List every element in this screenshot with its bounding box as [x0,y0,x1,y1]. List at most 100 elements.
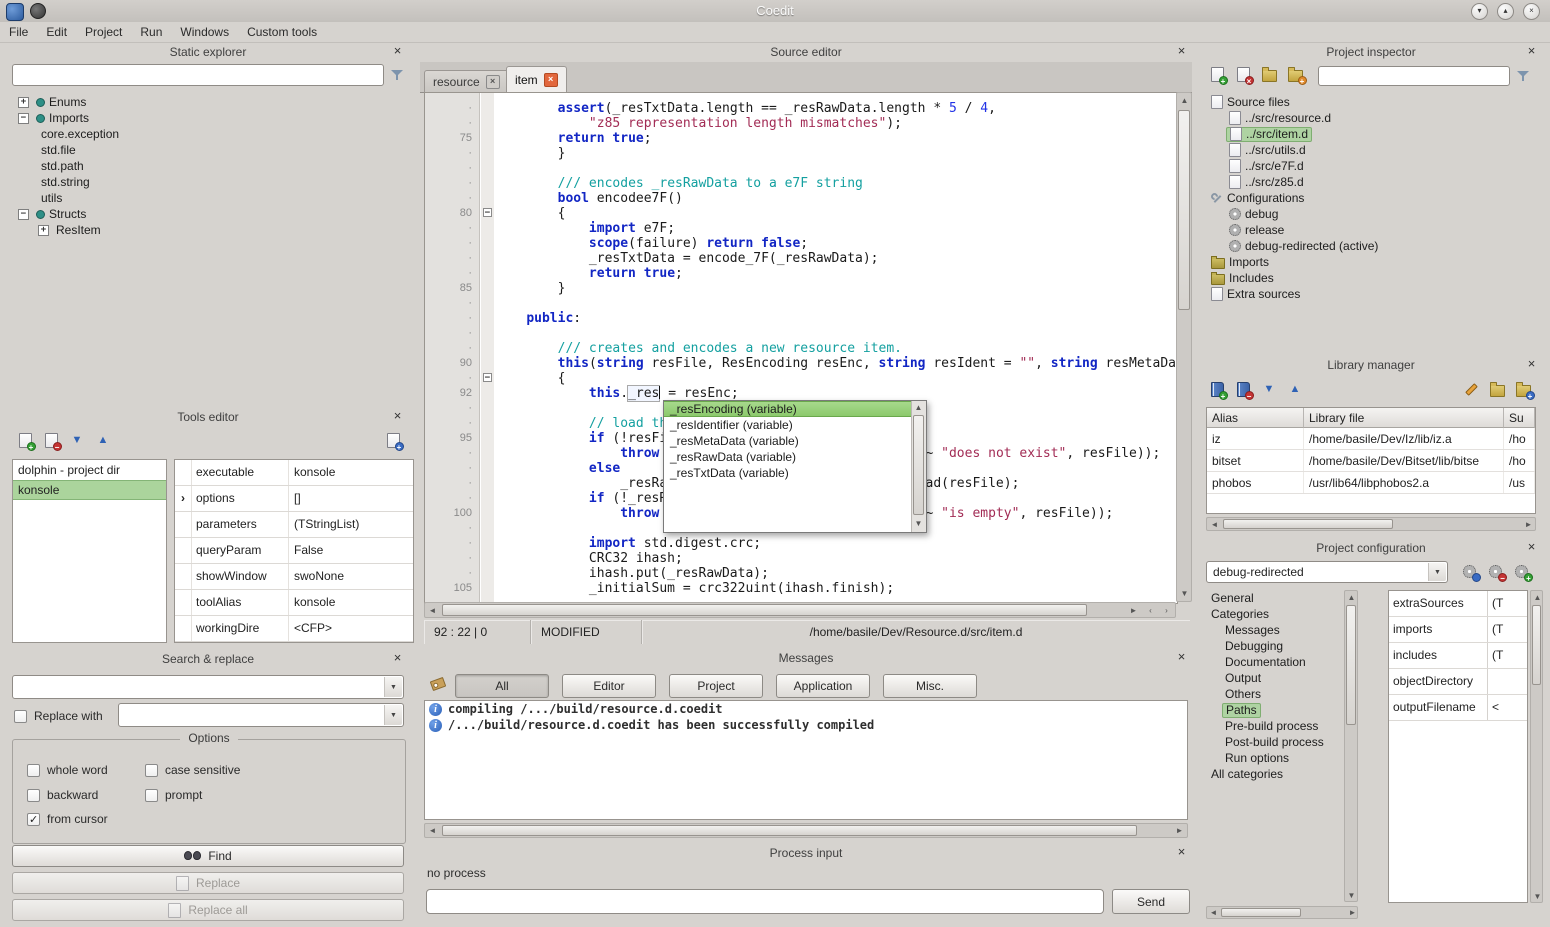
scrollbar-thumb[interactable] [1346,605,1356,725]
checkbox-box[interactable] [145,764,158,777]
tree-item[interactable]: utils [8,190,408,206]
tree-item[interactable]: ../src/e7F.d [1200,158,1542,174]
menu-item-run[interactable]: Run [131,23,171,41]
config-prop-row[interactable]: objectDirectory [1389,669,1527,695]
remove-source-button[interactable]: × [1230,62,1256,86]
collapse-icon[interactable]: − [18,113,29,124]
tree-item[interactable]: std.path [8,158,408,174]
scrollbar-thumb[interactable] [1221,908,1301,917]
checkbox-box[interactable] [27,789,40,802]
fold-icon[interactable]: − [483,373,492,382]
tab-item[interactable]: item × [506,66,567,92]
table-row[interactable]: bitset/home/basile/Dev/Bitset/lib/bitse/… [1207,450,1535,472]
prop-row[interactable]: parameters(TStringList) [175,512,413,538]
prop-value[interactable]: < [1488,695,1527,720]
menu-item-project[interactable]: Project [76,23,131,41]
close-icon[interactable]: × [1174,845,1189,860]
close-icon[interactable]: × [1524,44,1539,59]
open-library-button[interactable] [1484,377,1510,401]
tree-item[interactable]: release [1200,222,1542,238]
tree-item[interactable]: General [1200,590,1344,606]
config-grid-vscrollbar[interactable]: ▲ ▼ [1530,590,1543,903]
tree-item[interactable]: Configurations [1200,190,1542,206]
add-tool-button[interactable]: + [12,428,38,452]
tree-item[interactable]: Extra sources [1200,286,1542,302]
table-header-cell[interactable]: Alias [1207,408,1304,428]
scroll-left-icon[interactable]: ◄ [426,605,439,617]
checkbox-box[interactable] [14,710,27,723]
config-prop-row[interactable]: extraSources(T [1389,591,1527,617]
scroll-left-icon[interactable]: ◄ [1207,907,1220,919]
tree-item[interactable]: ../src/item.d [1200,126,1542,142]
completion-item[interactable]: _resTxtData (variable) [664,465,912,481]
add-config-button[interactable]: + [1508,559,1534,583]
completion-item[interactable]: _resMetaData (variable) [664,433,912,449]
tree-item[interactable]: −Imports [8,110,408,126]
table-row[interactable]: iz/home/basile/Dev/Iz/lib/iz.a/ho [1207,428,1535,450]
tree-item[interactable]: −Structs [8,206,408,222]
chevron-down-icon[interactable]: ▼ [384,705,402,725]
move-tool-down-button[interactable]: ▼ [64,428,90,452]
tree-item[interactable]: debug [1200,206,1542,222]
scroll-down-icon[interactable]: ▼ [1531,891,1544,903]
messages-options-button[interactable] [425,672,451,696]
tree-item[interactable]: Includes [1200,270,1542,286]
scroll-up-icon[interactable]: ▲ [1531,592,1544,604]
prop-row[interactable]: executablekonsole [175,460,413,486]
close-icon[interactable]: × [1174,650,1189,665]
config-prop-row[interactable]: includes(T [1389,643,1527,669]
menu-item-custom-tools[interactable]: Custom tools [238,23,326,41]
replace-button[interactable]: Replace [12,872,404,894]
messages-hscrollbar[interactable]: ◄ ► [424,823,1188,838]
inspector-filter-button[interactable] [1510,64,1536,88]
find-button[interactable]: Find [12,845,404,867]
prop-row[interactable]: ›options[] [175,486,413,512]
tree-item[interactable]: Messages [1200,622,1344,638]
prop-value[interactable]: (T [1488,591,1527,616]
filter-button-misc[interactable]: Misc. [883,674,977,698]
tree-item[interactable]: debug-redirected (active) [1200,238,1542,254]
move-library-down-button[interactable]: ▼ [1256,377,1282,401]
config-prop-row[interactable]: outputFilename< [1389,695,1527,721]
inspector-filter-input[interactable] [1318,66,1510,86]
close-icon[interactable]: × [390,44,405,59]
close-icon[interactable]: × [1524,357,1539,372]
tree-item[interactable]: Documentation [1200,654,1344,670]
shade-button[interactable]: ▾ [1471,3,1488,20]
tree-item[interactable]: std.string [8,174,408,190]
editor-hscrollbar[interactable]: ◄ ► ‹ › [424,602,1176,618]
scroll-down-icon[interactable]: ▼ [1178,588,1191,600]
menu-item-file[interactable]: File [0,23,37,41]
search-combo[interactable]: ▼ [12,675,404,699]
clone-tool-button[interactable]: + [380,428,406,452]
tree-item[interactable]: core.exception [8,126,408,142]
static-explorer-filter-button[interactable] [384,63,410,87]
table-header-cell[interactable]: Library file [1304,408,1504,428]
replace-all-button[interactable]: Replace all [12,899,404,921]
tree-item[interactable]: std.file [8,142,408,158]
open-folder-button[interactable] [1256,62,1282,86]
tree-item[interactable]: Categories [1200,606,1344,622]
prop-value[interactable]: (TStringList) [289,512,413,537]
scrollbar-thumb[interactable] [1532,605,1541,685]
checkbox-box[interactable] [145,789,158,802]
replace-combo[interactable]: ▼ [118,703,404,727]
checkbox-backward[interactable]: backward [27,788,98,802]
scroll-up-icon[interactable]: ▲ [912,402,925,414]
config-prop-row[interactable]: imports(T [1389,617,1527,643]
prop-value[interactable]: konsole [289,590,413,615]
tree-item[interactable]: Debugging [1200,638,1344,654]
scrollbar-thumb[interactable] [913,415,924,515]
library-hscrollbar[interactable]: ◄ ► [1206,517,1536,531]
prop-value[interactable]: <CFP> [289,616,413,641]
scroll-left-icon[interactable]: ◄ [1208,519,1221,531]
fold-icon[interactable]: − [483,208,492,217]
prop-value[interactable]: (T [1488,643,1527,668]
send-button[interactable]: Send [1112,889,1190,914]
tree-item[interactable]: Imports [1200,254,1542,270]
config-select[interactable]: debug-redirected ▼ [1206,561,1448,583]
filter-button-project[interactable]: Project [669,674,763,698]
messages-list[interactable]: icompiling /.../build/resource.d.coediti… [424,700,1188,820]
tree-item[interactable]: ../src/utils.d [1200,142,1542,158]
completion-item[interactable]: _resIdentifier (variable) [664,417,912,433]
